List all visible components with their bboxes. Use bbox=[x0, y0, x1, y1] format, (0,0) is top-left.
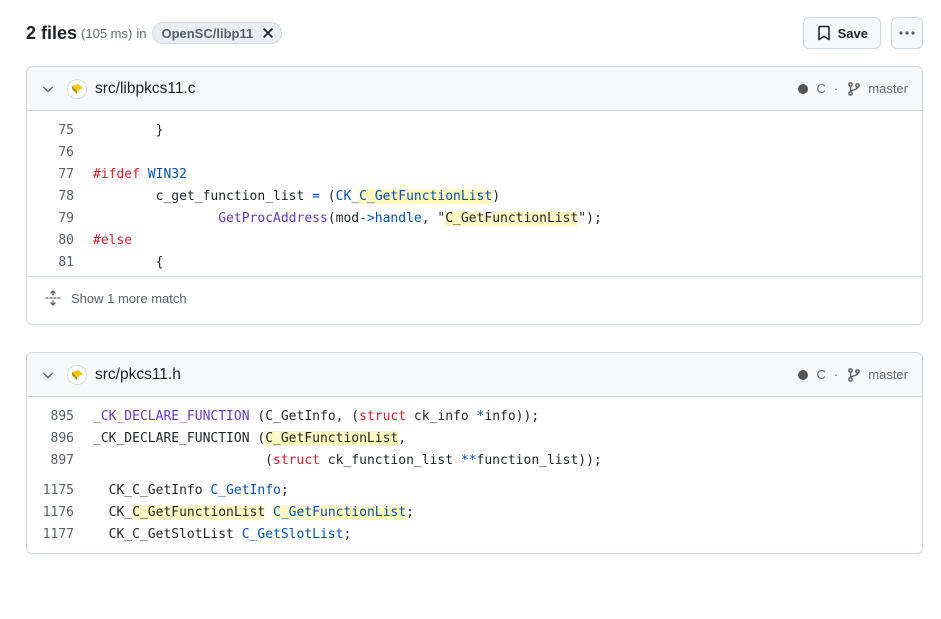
bookmark-icon bbox=[817, 25, 830, 41]
code-snippet: 75 } 76 77 #ifdef WIN32 78 c_get_function… bbox=[27, 111, 922, 273]
code-line: 895 _CK_DECLARE_FUNCTION (C_GetInfo, (str… bbox=[27, 405, 922, 427]
search-results-header: 2 files (105 ms) in OpenSC/libp11 Save bbox=[26, 17, 923, 49]
code-line: 77 #ifdef WIN32 bbox=[27, 163, 922, 185]
x-icon[interactable] bbox=[261, 26, 275, 40]
save-button[interactable]: Save bbox=[802, 17, 881, 49]
file-path-link[interactable]: src/pkcs11.h bbox=[95, 366, 181, 384]
code-line: 1176 CK_C_GetFunctionList C_GetFunctionL… bbox=[27, 501, 922, 523]
line-number: 78 bbox=[58, 188, 74, 204]
match-highlight: C_GetFunctionList bbox=[132, 504, 266, 520]
code-line: 80 #else bbox=[27, 229, 922, 251]
chevron-down-icon[interactable] bbox=[41, 82, 57, 96]
in-label: in bbox=[136, 25, 147, 41]
match-highlight: C_GetFunctionList bbox=[273, 504, 407, 520]
repo-filter-label: OpenSC/libp11 bbox=[161, 25, 254, 41]
line-number: 75 bbox=[58, 122, 74, 138]
result-card: src/libpkcs11.c C · master 75 } 76 77 #if… bbox=[26, 66, 923, 325]
line-number: 76 bbox=[58, 144, 74, 160]
meta-separator: · bbox=[833, 81, 839, 96]
meta-separator: · bbox=[833, 367, 839, 382]
show-more-matches-label: Show 1 more match bbox=[71, 290, 187, 306]
branch-label: master bbox=[868, 367, 908, 382]
language-label: C bbox=[816, 81, 826, 96]
code-line: 897 (struct ck_function_list **function_… bbox=[27, 449, 922, 471]
git-branch-icon bbox=[846, 367, 862, 383]
line-number: 897 bbox=[50, 452, 74, 468]
branch-label: master bbox=[868, 81, 908, 96]
match-highlight: C_GetFunctionList bbox=[359, 188, 493, 204]
file-path-link[interactable]: src/libpkcs11.c bbox=[95, 80, 196, 98]
result-card: src/pkcs11.h C · master 895 _CK_DECLARE_F… bbox=[26, 352, 923, 554]
language-color-dot bbox=[797, 83, 808, 94]
code-snippet: 895 _CK_DECLARE_FUNCTION (C_GetInfo, (str… bbox=[27, 397, 922, 545]
line-number: 1176 bbox=[42, 504, 74, 520]
file-language-icon bbox=[67, 78, 87, 99]
git-branch-icon bbox=[846, 81, 862, 97]
code-line: 78 c_get_function_list = (CK_C_GetFuncti… bbox=[27, 185, 922, 207]
line-number: 1177 bbox=[42, 526, 74, 542]
more-options-button[interactable] bbox=[891, 17, 923, 49]
line-number: 77 bbox=[58, 166, 74, 182]
code-line: 1175 CK_C_GetInfo C_GetInfo; bbox=[27, 479, 922, 501]
line-number: 1175 bbox=[42, 482, 74, 498]
code-line: 75 } bbox=[27, 119, 922, 141]
chevron-down-icon[interactable] bbox=[41, 368, 57, 382]
code-line: 81 { bbox=[27, 251, 922, 273]
match-highlight: C_GetFunctionList bbox=[445, 210, 579, 226]
save-button-label: Save bbox=[837, 25, 868, 41]
file-language-icon bbox=[67, 364, 87, 385]
code-line: 1177 CK_C_GetSlotList C_GetSlotList; bbox=[27, 523, 922, 545]
language-color-dot bbox=[797, 369, 808, 380]
language-label: C bbox=[816, 367, 826, 382]
result-header: src/pkcs11.h C · master bbox=[27, 353, 922, 397]
match-highlight: C_GetFunctionList bbox=[265, 430, 399, 446]
result-header: src/libpkcs11.c C · master bbox=[27, 67, 922, 111]
results-count: 2 files bbox=[26, 22, 78, 43]
code-line: 79 GetProcAddress(mod->handle, "C_GetFun… bbox=[27, 207, 922, 229]
show-more-matches-button[interactable]: Show 1 more match bbox=[27, 276, 922, 319]
line-number: 895 bbox=[50, 408, 74, 424]
code-line: 76 bbox=[27, 141, 922, 163]
line-number: 81 bbox=[58, 254, 74, 270]
unfold-icon bbox=[45, 290, 61, 306]
line-number: 79 bbox=[58, 210, 74, 226]
line-number: 80 bbox=[58, 232, 74, 248]
search-timing: (105 ms) bbox=[81, 25, 133, 41]
line-number: 896 bbox=[50, 430, 74, 446]
kebab-horizontal-icon bbox=[899, 31, 915, 35]
code-line: 896 _CK_DECLARE_FUNCTION (C_GetFunctionLi… bbox=[27, 427, 922, 449]
repo-filter-chip[interactable]: OpenSC/libp11 bbox=[152, 22, 283, 44]
